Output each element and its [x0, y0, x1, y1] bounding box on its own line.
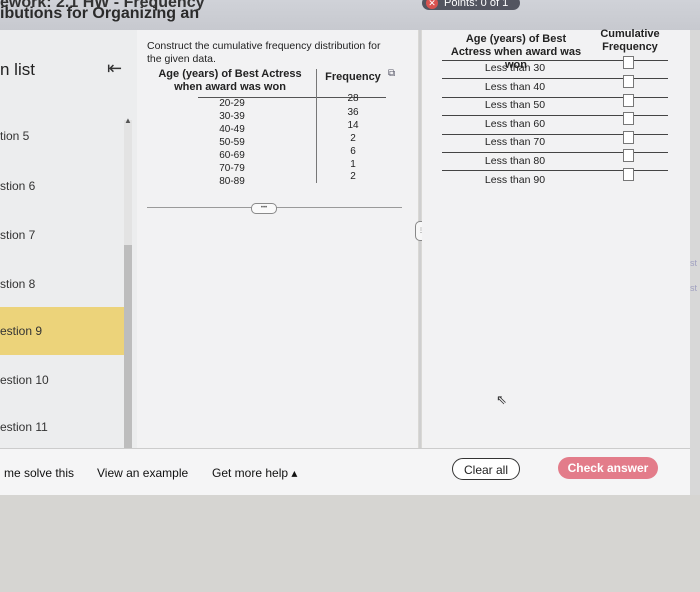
- row-divider: [442, 170, 668, 171]
- answer-row-label: Less than 50: [484, 99, 546, 111]
- answer-row-label: Less than 60: [484, 118, 546, 130]
- answer-column-header-cumulative: Cumulative Frequency: [600, 28, 660, 53]
- sidebar-scrollbar[interactable]: ▲ ▼: [124, 116, 132, 485]
- table-cell-frequency: 2: [350, 133, 356, 144]
- mouse-pointer-icon: ⇖: [496, 392, 507, 407]
- answer-row-label: Less than 70: [484, 136, 546, 148]
- table-cell-age: 40-49: [219, 124, 245, 135]
- sidebar-item-label: estion 9: [0, 324, 43, 338]
- answer-row-label: Less than 80: [484, 155, 546, 167]
- table-cell-frequency: 1: [350, 159, 356, 170]
- cumulative-frequency-input-3[interactable]: [623, 94, 634, 107]
- question-list-title: n list: [0, 60, 35, 79]
- answer-row-label: Less than 40: [484, 81, 546, 93]
- background-surface: [0, 495, 700, 592]
- sidebar-item-question-11[interactable]: estion 11: [0, 403, 131, 451]
- cumulative-frequency-input-5[interactable]: [623, 131, 634, 144]
- sidebar-item-question-9[interactable]: estion 9: [0, 307, 131, 355]
- check-answer-button[interactable]: Check answer: [558, 457, 658, 479]
- scroll-up-icon[interactable]: ▲: [124, 116, 132, 125]
- close-icon[interactable]: ✕: [426, 0, 438, 9]
- row-divider: [442, 115, 668, 116]
- edge-text: st: [690, 258, 698, 268]
- view-example-link[interactable]: View an example: [97, 466, 188, 480]
- answer-row-label: Less than 90: [484, 174, 546, 186]
- sidebar-item-question-7[interactable]: stion 7: [0, 211, 131, 259]
- cumulative-frequency-input-6[interactable]: [623, 149, 634, 162]
- clear-all-button[interactable]: Clear all: [452, 458, 520, 480]
- row-divider: [442, 152, 668, 153]
- expand-more-icon[interactable]: •••: [251, 203, 277, 214]
- cumulative-frequency-input-1[interactable]: [623, 56, 634, 69]
- table-cell-frequency: 6: [350, 146, 356, 157]
- table-cell-frequency: 2: [350, 171, 356, 182]
- column-header-frequency: Frequency: [325, 71, 381, 83]
- row-divider: [442, 78, 668, 79]
- row-divider: [442, 97, 668, 98]
- copy-data-icon[interactable]: ⧉: [388, 68, 395, 79]
- table-cell-age: 50-59: [219, 137, 245, 148]
- help-me-solve-link[interactable]: me solve this: [4, 466, 74, 480]
- assignment-title: ibutions for Organizing an: [0, 5, 200, 22]
- column-header-age: Age (years) of Best Actress when award w…: [158, 68, 302, 93]
- top-bar: ework: 2.1 HW - Frequency ibutions for O…: [0, 0, 700, 30]
- sidebar-item-question-6[interactable]: stion 6: [0, 162, 131, 210]
- sidebar-item-question-8[interactable]: stion 8: [0, 260, 131, 308]
- sidebar-item-label: tion 5: [0, 129, 30, 143]
- sidebar-item-label: estion 10: [0, 373, 49, 387]
- table-cell-age: 80-89: [219, 176, 245, 187]
- table-cell-age: 60-69: [219, 150, 245, 161]
- edge-text: st: [690, 283, 698, 293]
- sidebar-item-label: estion 11: [0, 420, 48, 434]
- cumulative-frequency-input-4[interactable]: [623, 112, 634, 125]
- table-cell-frequency: 36: [347, 107, 359, 118]
- table-column-divider: [316, 69, 317, 183]
- question-list-sidebar: n list ⇤ tion 5 stion 6 stion 7 stion 8 …: [0, 30, 137, 485]
- cumulative-frequency-input-2[interactable]: [623, 75, 634, 88]
- points-text: Points: 0 of 1: [444, 0, 509, 9]
- cumulative-frequency-input-7[interactable]: [623, 168, 634, 181]
- sidebar-item-label: stion 8: [0, 277, 36, 291]
- sidebar-item-question-5[interactable]: tion 5: [0, 112, 131, 160]
- table-cell-frequency: 28: [347, 93, 359, 104]
- points-badge: ✕ Points: 0 of 1: [422, 0, 520, 10]
- table-cell-frequency: 14: [347, 120, 359, 131]
- sidebar-item-label: stion 6: [0, 179, 36, 193]
- table-cell-age: 30-39: [219, 111, 245, 122]
- sidebar-item-question-10[interactable]: estion 10: [0, 356, 131, 404]
- collapse-sidebar-icon[interactable]: ⇤: [107, 58, 122, 79]
- table-cell-age: 20-29: [219, 98, 245, 109]
- row-divider: [442, 60, 668, 61]
- sidebar-item-label: stion 7: [0, 228, 36, 242]
- answer-row-label: Less than 30: [484, 62, 546, 74]
- row-divider: [442, 134, 668, 135]
- get-more-help-link[interactable]: Get more help ▴: [212, 466, 297, 480]
- question-instructions: Construct the cumulative frequency distr…: [147, 40, 381, 65]
- table-cell-age: 70-79: [219, 163, 245, 174]
